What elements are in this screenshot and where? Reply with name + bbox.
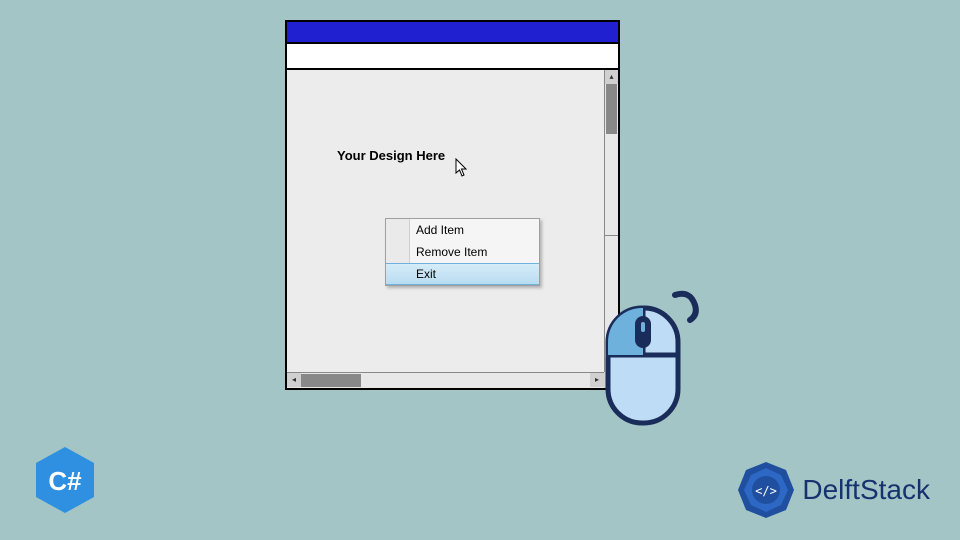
menu-strip[interactable] [287, 44, 618, 70]
delftstack-emblem-icon: </> [736, 460, 796, 520]
csharp-badge-icon: C# [30, 445, 100, 515]
context-menu: Add Item Remove Item Exit [385, 218, 540, 286]
horizontal-scrollbar[interactable]: ◂ ▸ [287, 372, 604, 388]
menu-item-label: Remove Item [416, 245, 487, 259]
window-frame: Your Design Here Add Item Remove Item Ex… [285, 20, 620, 390]
scroll-up-button[interactable]: ▴ [605, 70, 618, 84]
scroll-left-button[interactable]: ◂ [287, 373, 301, 387]
menu-item-remove[interactable]: Remove Item [386, 241, 539, 263]
mouse-icon [580, 280, 700, 440]
menu-item-label: Exit [416, 267, 436, 281]
delftstack-logo: </> DelftStack [736, 460, 930, 520]
hscroll-thumb[interactable] [301, 374, 361, 387]
vscroll-thumb[interactable] [606, 84, 617, 134]
delftstack-text: DelftStack [802, 474, 930, 506]
design-label: Your Design Here [337, 148, 445, 163]
svg-text:</>: </> [756, 484, 778, 498]
menu-item-exit[interactable]: Exit [386, 263, 539, 285]
title-bar[interactable] [287, 22, 618, 44]
cursor-icon [455, 158, 471, 178]
csharp-text: C# [48, 466, 82, 496]
menu-item-label: Add Item [416, 223, 464, 237]
menu-item-add[interactable]: Add Item [386, 219, 539, 241]
design-surface[interactable]: Your Design Here Add Item Remove Item Ex… [287, 70, 618, 388]
scroll-divider [605, 235, 618, 236]
